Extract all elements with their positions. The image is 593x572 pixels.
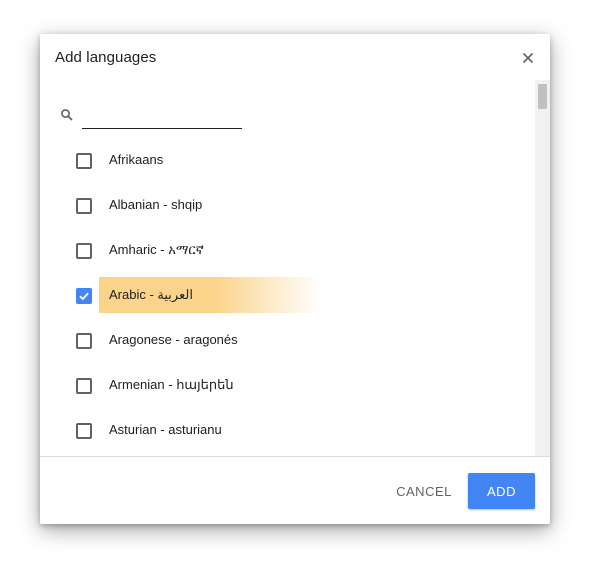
search-icon: [61, 109, 73, 121]
language-item-asturian[interactable]: Asturian - asturianu: [40, 412, 534, 448]
scrollbar-thumb[interactable]: [538, 84, 547, 109]
dialog-title: Add languages: [55, 49, 157, 66]
language-list: Afrikaans Albanian - shqip Amharic - አማር…: [40, 136, 534, 456]
language-checkbox[interactable]: [76, 333, 92, 349]
checkmark-icon: [79, 292, 89, 301]
add-languages-dialog: Add languages Afrikaans Albanian - shqip…: [40, 34, 550, 524]
cancel-button[interactable]: CANCEL: [384, 474, 464, 508]
language-label: Afrikaans: [109, 152, 164, 167]
language-label: Armenian - հայերեն: [109, 377, 234, 392]
footer-divider: [40, 456, 550, 457]
language-label: Arabic - العربية: [109, 287, 193, 302]
language-checkbox[interactable]: [76, 423, 92, 439]
language-item-amharic[interactable]: Amharic - አማርኛ: [40, 232, 534, 268]
language-checkbox[interactable]: [76, 153, 92, 169]
language-checkbox-checked[interactable]: [76, 288, 92, 304]
language-item-afrikaans[interactable]: Afrikaans: [40, 142, 534, 178]
scrollbar-track[interactable]: [535, 80, 550, 456]
language-label: Albanian - shqip: [109, 197, 203, 212]
language-label: Amharic - አማርኛ: [109, 242, 204, 257]
language-item-arabic[interactable]: Arabic - العربية: [40, 277, 534, 313]
language-checkbox[interactable]: [76, 243, 92, 259]
close-button[interactable]: [518, 48, 538, 68]
language-item-albanian[interactable]: Albanian - shqip: [40, 187, 534, 223]
language-checkbox[interactable]: [76, 378, 92, 394]
language-checkbox[interactable]: [76, 198, 92, 214]
close-icon: [522, 52, 534, 64]
add-button[interactable]: ADD: [468, 473, 535, 509]
language-item-aragonese[interactable]: Aragonese - aragonés: [40, 322, 534, 358]
language-label: Aragonese - aragonés: [109, 332, 238, 347]
language-label: Asturian - asturianu: [109, 422, 222, 437]
language-item-armenian[interactable]: Armenian - հայերեն: [40, 367, 534, 403]
search-input[interactable]: [82, 104, 242, 129]
